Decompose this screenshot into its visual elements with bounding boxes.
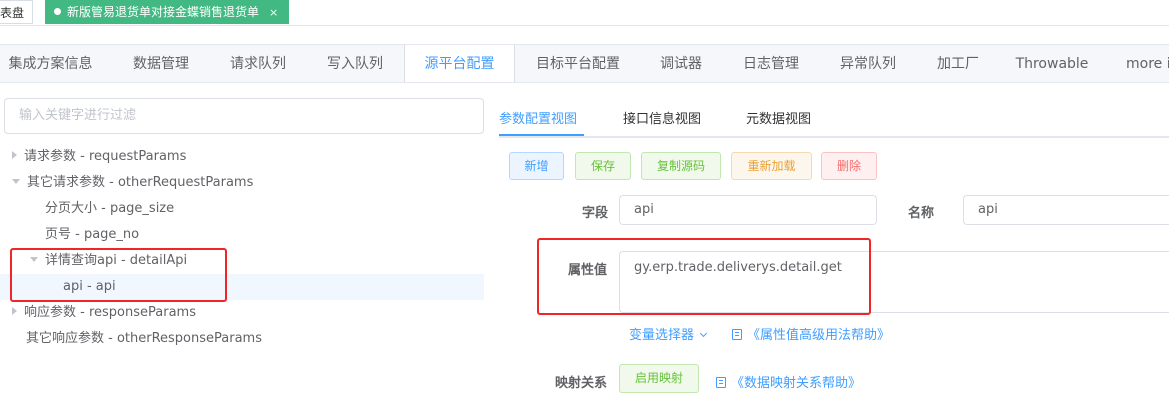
main-tabs: 集成方案信息 数据管理 请求队列 写入队列 源平台配置 目标平台配置 调试器 日… [0, 44, 1169, 83]
name-label: 名称 [907, 206, 934, 221]
field-label: 字段 [581, 206, 608, 221]
reload-button[interactable]: 重新加载 [731, 152, 812, 180]
tab-factory[interactable]: 加工厂 [922, 45, 994, 82]
tree-node-page-size[interactable]: 分页大小 - page_size [0, 196, 484, 222]
attr-help-link-text: 《属性值高级用法帮助》 [747, 328, 891, 343]
tab-source-platform-config[interactable]: 源平台配置 [404, 45, 515, 82]
tag-dashboard-label: 仪表盘 [0, 6, 25, 20]
tab-log-management[interactable]: 日志管理 [729, 45, 813, 82]
document-icon [732, 329, 742, 340]
tab-debugger[interactable]: 调试器 [640, 45, 722, 82]
name-input[interactable]: api [963, 195, 1169, 225]
tree-node-label: 分页大小 - page_size [45, 201, 175, 216]
tree-node-label: 其它响应参数 - otherResponseParams [26, 331, 262, 346]
tree-node-response-params[interactable]: 响应参数 - responseParams [0, 300, 484, 326]
highlight-box-attr [537, 238, 871, 315]
attr-help-link[interactable]: 《属性值高级用法帮助》 [732, 324, 890, 343]
tree-node-label: 页号 - page_no [45, 227, 140, 242]
delete-button[interactable]: 删除 [821, 152, 877, 180]
tab-param-config-view[interactable]: 参数配置视图 [499, 108, 577, 127]
tab-write-queue[interactable]: 写入队列 [305, 45, 405, 82]
close-icon[interactable]: × [269, 6, 278, 19]
tab-metadata-view[interactable]: 元数据视图 [746, 108, 811, 127]
tag-dashboard[interactable]: 仪表盘 [0, 0, 34, 24]
tag-active-label: 新版管易退货单对接金蝶销售退货单 [67, 5, 260, 19]
tree-node-request-params[interactable]: 请求参数 - requestParams [0, 144, 484, 170]
tab-data-management[interactable]: 数据管理 [111, 45, 211, 82]
save-button[interactable]: 保存 [575, 152, 631, 180]
tab-target-platform-config[interactable]: 目标平台配置 [523, 45, 633, 82]
tree-node-label: 请求参数 - requestParams [24, 149, 187, 164]
highlight-box-tree [10, 248, 227, 302]
tree-filter-input[interactable]: 输入关键字进行过滤 [4, 98, 484, 134]
chevron-down-icon [699, 329, 708, 338]
tab-exception-queue[interactable]: 异常队列 [826, 45, 910, 82]
mapping-label: 映射关系 [554, 376, 607, 391]
new-button[interactable]: 新增 [509, 152, 564, 180]
active-dot-icon [54, 8, 61, 15]
mapping-help-link[interactable]: 《数据映射关系帮助》 [716, 372, 861, 391]
tree-node-label: 响应参数 - responseParams [24, 305, 196, 320]
tab-integration-info[interactable]: 集成方案信息 [0, 45, 101, 82]
tags-view-bar: 仪表盘 新版管易退货单对接金蝶销售退货单 × [0, 0, 1169, 26]
tab-throwable[interactable]: Throwable [1008, 45, 1096, 82]
tree-node-other-response-params[interactable]: 其它响应参数 - otherResponseParams [0, 326, 484, 352]
tab-request-queue[interactable]: 请求队列 [208, 45, 308, 82]
variable-selector[interactable]: 变量选择器 [629, 324, 708, 343]
copy-source-button[interactable]: 复制源码 [641, 152, 721, 180]
tree-node-page-no[interactable]: 页号 - page_no [0, 222, 484, 248]
tab-interface-info-view[interactable]: 接口信息视图 [623, 108, 701, 127]
tree-node-label: 其它请求参数 - otherRequestParams [27, 175, 254, 190]
enable-mapping-button[interactable]: 启用映射 [619, 364, 699, 393]
caret-right-icon[interactable] [12, 307, 17, 315]
document-icon [716, 377, 726, 388]
variable-selector-label: 变量选择器 [629, 328, 695, 343]
tree-node-other-request-params[interactable]: 其它请求参数 - otherRequestParams [0, 170, 484, 196]
active-tab-indicator [499, 134, 584, 136]
mapping-help-link-text: 《数据映射关系帮助》 [731, 376, 862, 391]
caret-down-icon[interactable] [12, 179, 20, 184]
view-tabs: 参数配置视图 接口信息视图 元数据视图 [499, 98, 1169, 138]
tag-active[interactable]: 新版管易退货单对接金蝶销售退货单 × [45, 0, 289, 24]
field-input[interactable]: api [619, 195, 877, 225]
caret-right-icon[interactable] [12, 151, 17, 159]
tab-more[interactable]: more in [1114, 45, 1169, 82]
